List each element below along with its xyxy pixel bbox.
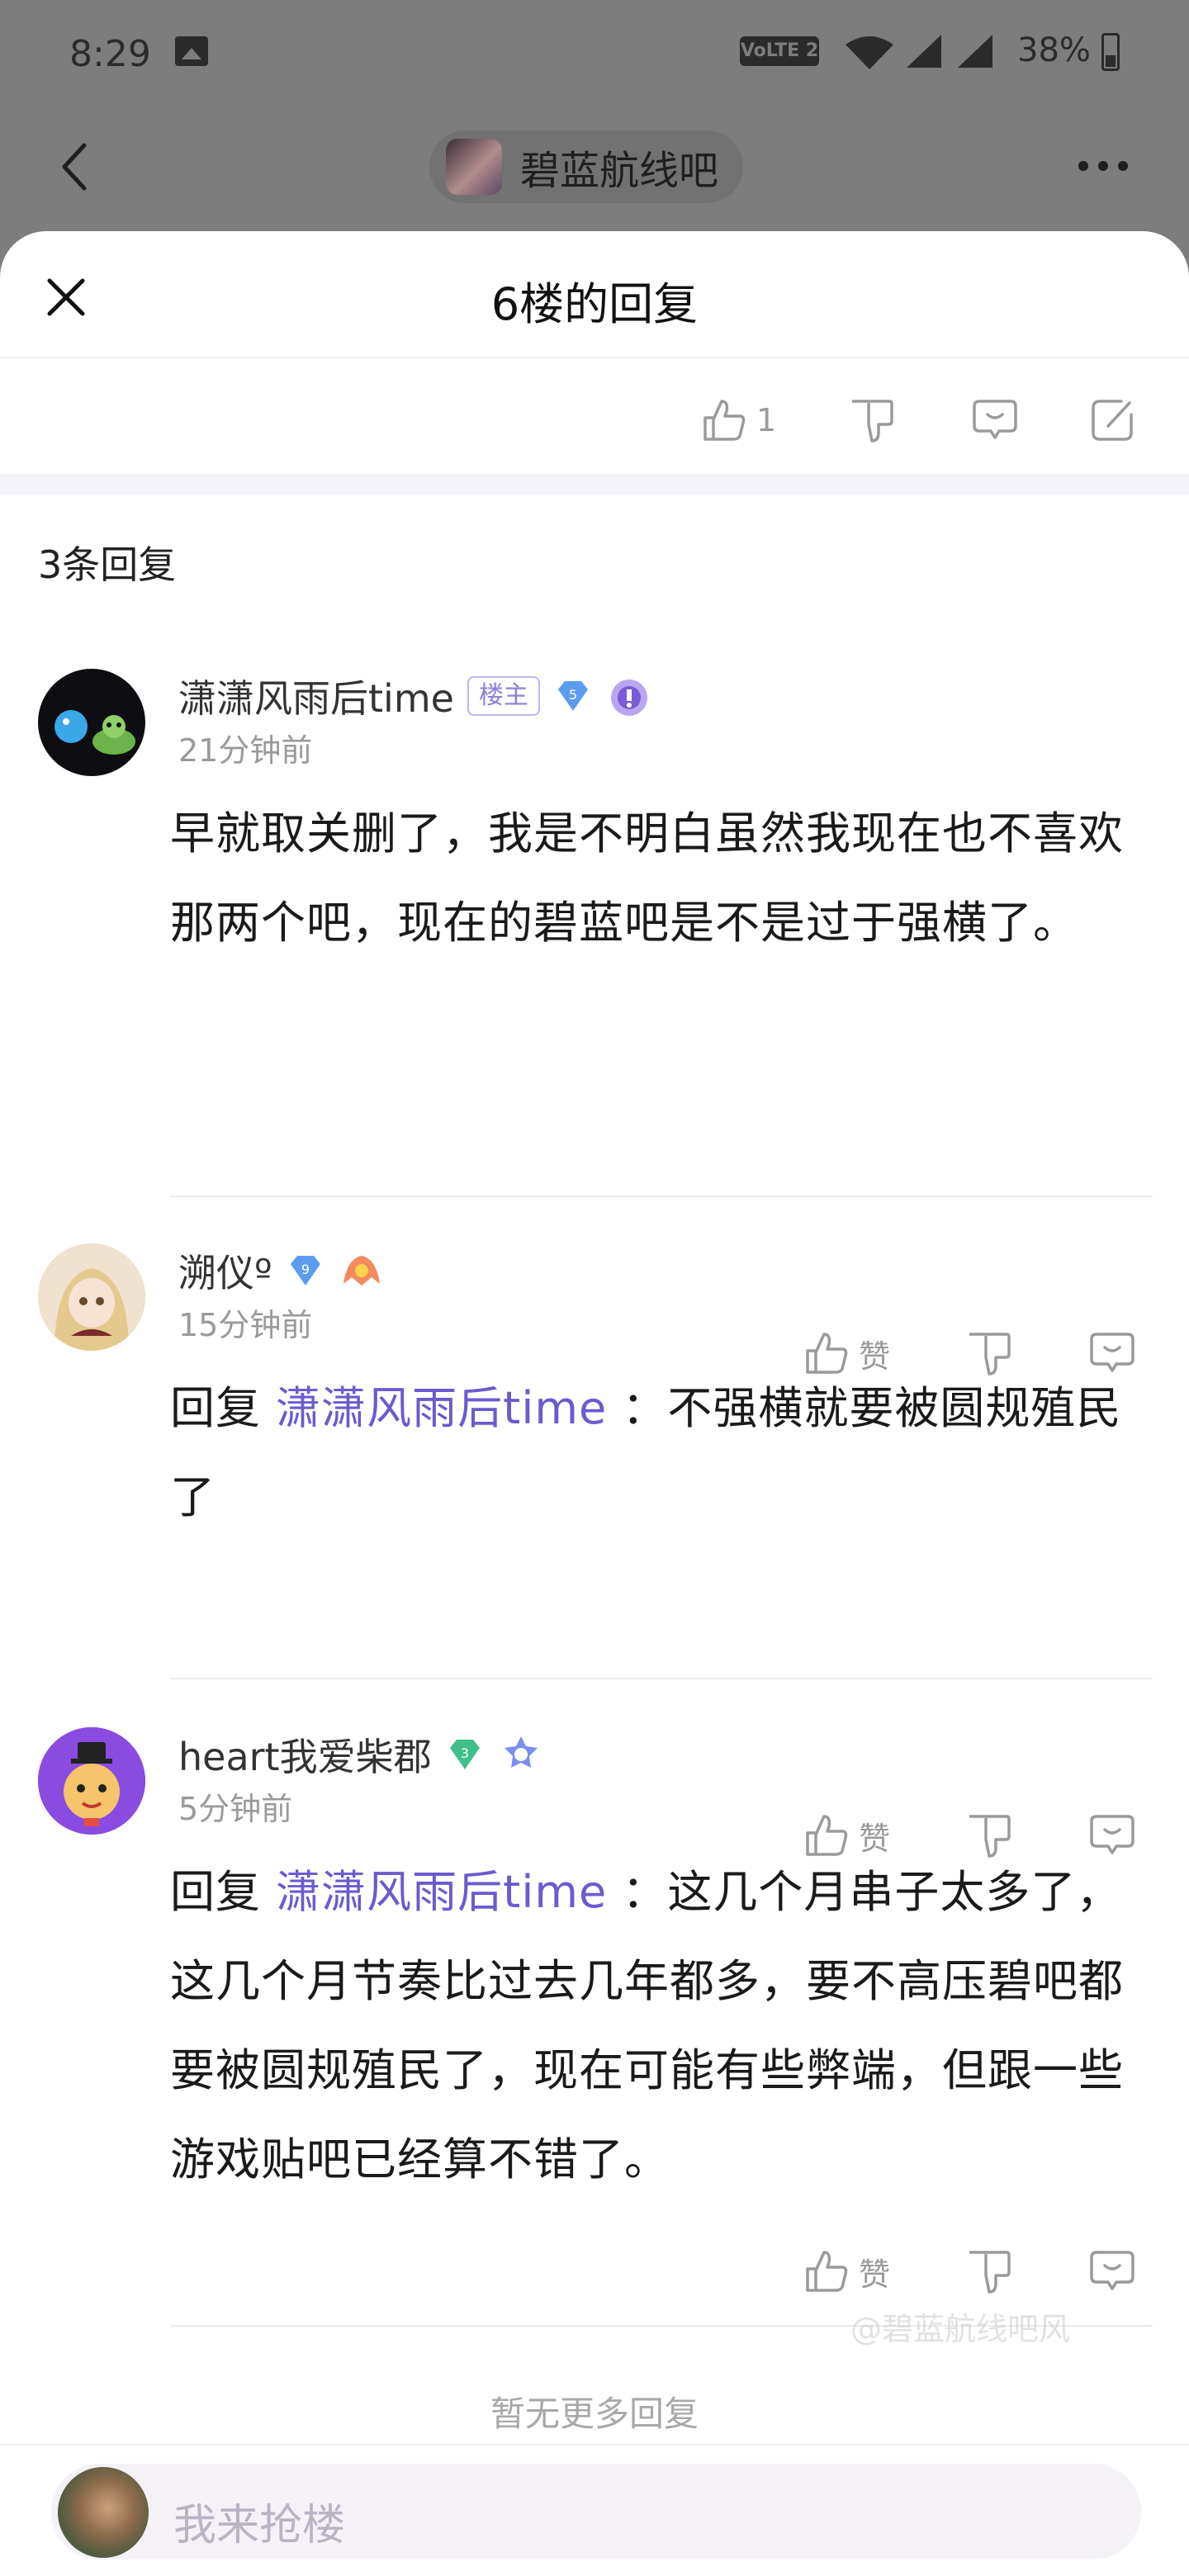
username[interactable]: 潇潇风雨后time <box>178 669 454 723</box>
avatar-image <box>54 710 135 755</box>
thumb-down-icon <box>969 2251 1011 2294</box>
comment-button[interactable] <box>971 396 1019 444</box>
thumb-up-icon <box>806 2251 848 2292</box>
reply-item: heart我爱柴郡 3 5分钟前 回复 潇潇风雨后time ：这几个月串子太多了… <box>0 1727 1189 2355</box>
section-separator <box>0 474 1189 495</box>
comment-bubble-icon <box>973 400 1017 439</box>
avatar[interactable] <box>38 1727 145 1835</box>
reply-prefix: 回复 <box>170 1382 261 1434</box>
level-gem-icon: 5 <box>557 681 588 711</box>
svg-text:3: 3 <box>461 1745 469 1761</box>
medal-icon <box>504 1736 538 1768</box>
owner-badge: 楼主 <box>467 676 540 716</box>
sheet-header: 6楼的回复 <box>0 231 1189 358</box>
username-row: heart我爱柴郡 3 <box>178 1727 544 1782</box>
svg-text:9: 9 <box>301 1262 310 1277</box>
post-time: 21分钟前 <box>178 732 313 769</box>
reply-text[interactable]: 早就取关删了，我是不明白虽然我现在也不喜欢那两个吧，现在的碧蓝吧是不是过于强横了… <box>170 789 1144 968</box>
status-time: 8:29 <box>69 33 151 75</box>
svg-text:5: 5 <box>569 687 577 703</box>
reply-text[interactable]: 回复 潇潇风雨后time ：不强横就要被圆规殖民了 <box>170 1364 1144 1542</box>
comment-button[interactable] <box>1088 2247 1136 2295</box>
no-more-replies: 暂无更多回复 <box>490 2394 699 2434</box>
thumb-up-icon <box>703 400 746 441</box>
watermark: @碧蓝航线吧风 <box>850 2311 1071 2347</box>
avatar-image <box>38 1727 145 1835</box>
reply-input-placeholder: 我来抢楼 <box>173 2501 346 2550</box>
edit-button[interactable] <box>1088 396 1136 444</box>
like-button[interactable]: 赞 <box>803 2247 890 2295</box>
username-row: 溯仪º 9 <box>178 1243 385 1298</box>
avatar[interactable] <box>38 1243 145 1351</box>
status-bar: 8:29 VoLTE 2 38% <box>0 0 1189 107</box>
current-user-avatar <box>58 2467 149 2558</box>
medal-icon <box>343 1256 380 1286</box>
post-time: 5分钟前 <box>178 1791 293 1827</box>
level-gem-icon: 9 <box>290 1256 320 1286</box>
username[interactable]: 溯仪º <box>178 1243 272 1298</box>
medal-icon <box>610 680 647 716</box>
signal-icon <box>958 35 992 68</box>
avatar-image <box>38 1243 145 1351</box>
battery-percent: 38% <box>1017 31 1091 69</box>
battery-icon <box>1101 33 1120 71</box>
reply-input-bar: 我来抢楼 <box>0 2444 1189 2576</box>
more-options-icon[interactable] <box>1078 161 1128 171</box>
avatar[interactable] <box>38 669 145 776</box>
volte-badge: VoLTE 2 <box>740 36 819 66</box>
reply-prefix: 回复 <box>170 1866 261 1918</box>
reply-item: 潇潇风雨后time 楼主 5 21分钟前 早就取关删了，我是不明白虽然我现在也不… <box>0 669 1189 1376</box>
forum-name: 碧蓝航线吧 <box>520 148 719 194</box>
like-label: 赞 <box>859 2256 891 2293</box>
divider <box>170 1678 1153 1679</box>
like-button[interactable]: 1 <box>700 396 776 444</box>
forum-avatar <box>446 139 502 195</box>
dislike-button[interactable] <box>964 2247 1012 2295</box>
dislike-button[interactable] <box>847 396 895 444</box>
wifi-icon <box>846 36 893 69</box>
signal-icon <box>907 35 941 68</box>
sheet-title: 6楼的回复 <box>490 278 699 330</box>
divider <box>170 1196 1153 1197</box>
username[interactable]: heart我爱柴郡 <box>178 1727 432 1782</box>
mention-link[interactable]: 潇潇风雨后time <box>276 1866 607 1918</box>
forum-title-pill[interactable]: 碧蓝航线吧 <box>429 130 744 203</box>
gallery-notification-icon <box>175 36 208 66</box>
comment-bubble-icon <box>1090 2251 1135 2290</box>
level-gem-icon: 3 <box>449 1740 480 1769</box>
post-time: 15分钟前 <box>178 1307 313 1343</box>
replies-sheet: 6楼的回复 1 3条回复 潇潇风雨后time 楼主 5 21分钟前 早就取关删了… <box>0 231 1189 2576</box>
reply-item: 溯仪º 9 15分钟前 回复 潇潇风雨后time ：不强横就要被圆规殖民了 赞 <box>0 1243 1189 1858</box>
username-row: 潇潇风雨后time 楼主 5 <box>178 669 652 723</box>
reply-text[interactable]: 回复 潇潇风雨后time ：这几个月串子太多了，这几个月节奏比过去几年都多，要不… <box>170 1848 1144 2204</box>
edit-pen-icon <box>1092 400 1133 441</box>
mention-link[interactable]: 潇潇风雨后time <box>276 1382 607 1434</box>
floor-actions: 1 <box>0 357 1189 474</box>
like-count: 1 <box>756 402 777 438</box>
reply-count: 3条回复 <box>38 542 177 587</box>
back-arrow-icon[interactable] <box>58 142 91 192</box>
thumb-down-icon <box>852 400 893 443</box>
